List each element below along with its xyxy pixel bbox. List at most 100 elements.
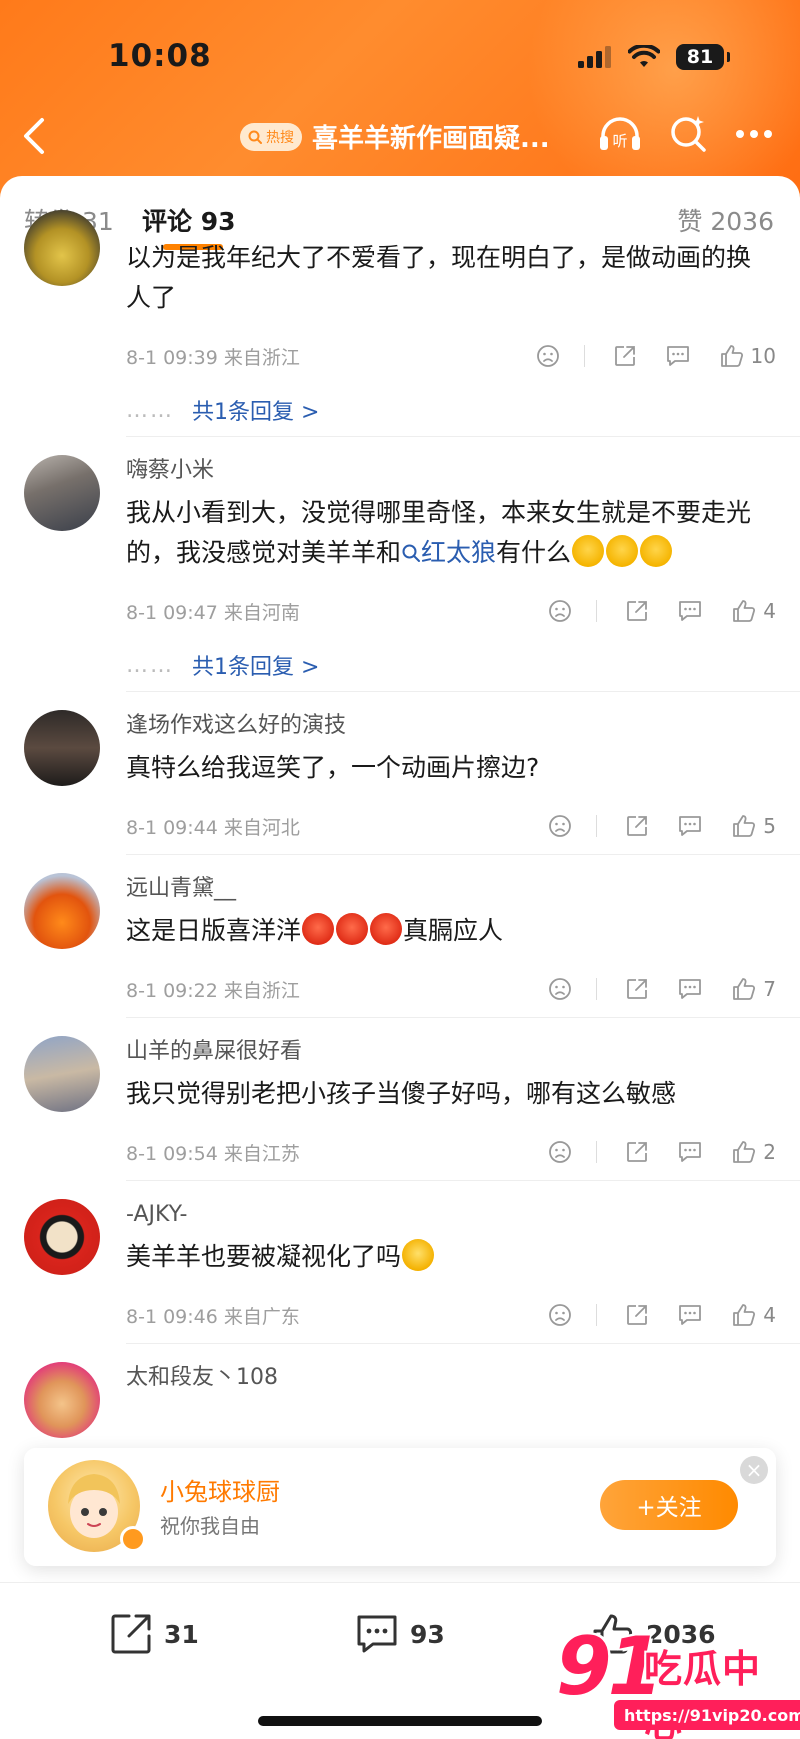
more-icon[interactable] bbox=[734, 128, 774, 140]
avatar[interactable] bbox=[24, 210, 100, 286]
view-replies-link[interactable]: …… 共1条回复 > bbox=[126, 384, 800, 436]
watermark-url: https://91vip20.com bbox=[614, 1700, 800, 1730]
topic-link-label: 红太狼 bbox=[421, 538, 497, 567]
comment-username[interactable]: 逢场作戏这么好的演技 bbox=[126, 692, 800, 742]
nav-actions: 听 bbox=[598, 114, 774, 154]
like-button[interactable]: 10 bbox=[719, 343, 776, 369]
comment-actions: 4 bbox=[520, 598, 776, 624]
search-sparkle-icon[interactable] bbox=[668, 114, 708, 154]
like-button[interactable]: 2 bbox=[731, 1139, 776, 1165]
close-icon[interactable]: × bbox=[740, 1456, 768, 1484]
share-icon bbox=[111, 1614, 151, 1654]
reply-button[interactable] bbox=[677, 1303, 703, 1327]
home-indicator[interactable] bbox=[258, 1716, 542, 1726]
comment-item: 以为是我年纪大了不爱看了，现在明白了，是做动画的换人了 8-1 09:39 来自… bbox=[24, 210, 800, 437]
reply-button[interactable] bbox=[677, 599, 703, 623]
like-button[interactable]: 5 bbox=[731, 813, 776, 839]
reply-dots: …… bbox=[126, 397, 174, 423]
share-button[interactable] bbox=[625, 1140, 649, 1164]
share-button[interactable] bbox=[625, 599, 649, 623]
laugh-cry-emoji-icon bbox=[640, 535, 673, 567]
topic-link[interactable]: 红太狼 bbox=[401, 538, 496, 567]
avatar[interactable] bbox=[24, 455, 100, 531]
comment-username[interactable]: 山羊的鼻屎很好看 bbox=[126, 1018, 800, 1068]
wifi-icon bbox=[628, 45, 660, 67]
like-count: 10 bbox=[750, 344, 776, 368]
crying-emoji-icon bbox=[402, 1239, 435, 1271]
comment-meta-row: 8-1 09:44 来自河北 5 bbox=[126, 798, 800, 854]
avatar[interactable] bbox=[24, 1362, 100, 1438]
like-button[interactable]: 4 bbox=[731, 598, 776, 624]
follow-button[interactable]: +关注 bbox=[600, 1480, 738, 1530]
frown-icon bbox=[536, 345, 559, 367]
comment-icon bbox=[679, 1142, 702, 1162]
signal-icon bbox=[578, 46, 611, 68]
dislike-button[interactable] bbox=[548, 1140, 572, 1164]
comment-actions: 2 bbox=[520, 1139, 776, 1165]
dislike-button[interactable] bbox=[548, 1303, 572, 1327]
repost-action[interactable]: 31 bbox=[108, 1611, 199, 1657]
share-button[interactable] bbox=[625, 1303, 649, 1327]
back-arrow-icon[interactable] bbox=[18, 116, 54, 156]
thumbs-up-icon bbox=[733, 1141, 756, 1163]
thumbs-up-icon bbox=[720, 345, 743, 367]
reply-button[interactable] bbox=[677, 814, 703, 838]
dislike-button[interactable] bbox=[548, 814, 572, 838]
comment-text-part: 美羊羊也要被凝视化了吗 bbox=[126, 1242, 402, 1271]
battery-indicator: 81 bbox=[676, 44, 730, 70]
comment-meta: 8-1 09:39 来自浙江 bbox=[126, 346, 300, 369]
share-icon bbox=[614, 346, 635, 366]
share-button[interactable] bbox=[625, 977, 649, 1001]
comment-username[interactable]: -AJKY- bbox=[126, 1181, 800, 1231]
reply-button[interactable] bbox=[677, 977, 703, 1001]
comment-meta: 8-1 09:22 来自浙江 bbox=[126, 979, 300, 1002]
reply-count-label: 共1条回复 > bbox=[192, 400, 320, 425]
comment-icon bbox=[357, 1615, 397, 1653]
comment-item: 太和段友丶108 bbox=[24, 1344, 800, 1438]
frown-icon bbox=[549, 978, 572, 1000]
comment-text-part: 有什么 bbox=[496, 538, 572, 567]
comment-action[interactable]: 93 bbox=[354, 1611, 445, 1657]
like-count: 7 bbox=[763, 977, 776, 1001]
like-button[interactable]: 7 bbox=[731, 976, 776, 1002]
share-icon bbox=[627, 816, 648, 836]
avatar[interactable] bbox=[24, 1036, 100, 1112]
comment-actions: 4 bbox=[520, 1302, 776, 1328]
comment-item: 嗨蔡小米 我从小看到大，没觉得哪里奇怪，本来女生就是不要走光的，我没感觉对美羊羊… bbox=[24, 437, 800, 692]
thumbs-up-icon bbox=[733, 1304, 756, 1326]
comment-username[interactable]: 嗨蔡小米 bbox=[126, 437, 800, 487]
comment-actions: 10 bbox=[508, 343, 776, 369]
share-button[interactable] bbox=[613, 344, 637, 368]
hot-search-tag: 热搜 bbox=[240, 122, 302, 151]
comment-text-part: 真膈应人 bbox=[403, 916, 504, 945]
comment-text: 以为是我年纪大了不爱看了，现在明白了，是做动画的换人了 bbox=[126, 243, 752, 312]
dislike-button[interactable] bbox=[548, 599, 572, 623]
headphones-listen-icon[interactable]: 听 bbox=[598, 114, 642, 154]
like-button[interactable]: 4 bbox=[731, 1302, 776, 1328]
comment-text: 这是日版喜洋洋 真膈应人 bbox=[126, 911, 800, 951]
comment-username[interactable]: 太和段友丶108 bbox=[126, 1344, 800, 1394]
thumbs-up-icon bbox=[733, 815, 756, 837]
avatar[interactable] bbox=[24, 710, 100, 786]
avatar[interactable] bbox=[24, 1199, 100, 1275]
hot-tag-label: 热搜 bbox=[266, 129, 294, 146]
comment-meta-row: 8-1 09:22 来自浙江 7 bbox=[126, 961, 800, 1017]
author-name[interactable]: 小兔球球厨 bbox=[160, 1472, 280, 1507]
comment-text: 我只觉得别老把小孩子当傻子好吗，哪有这么敏感 bbox=[126, 1079, 677, 1108]
frown-icon bbox=[549, 815, 572, 837]
share-button[interactable] bbox=[625, 814, 649, 838]
comment-text-part: 这是日版喜洋洋 bbox=[126, 916, 302, 945]
dislike-button[interactable] bbox=[548, 977, 572, 1001]
avatar[interactable] bbox=[24, 873, 100, 949]
like-count: 2 bbox=[763, 1140, 776, 1164]
comment-list: 以为是我年纪大了不爱看了，现在明白了，是做动画的换人了 8-1 09:39 来自… bbox=[0, 210, 800, 1438]
comment-icon bbox=[666, 346, 689, 366]
comment-username[interactable]: 远山青黛__ bbox=[126, 855, 800, 905]
reply-button[interactable] bbox=[665, 344, 691, 368]
frown-icon bbox=[549, 1141, 572, 1163]
dislike-button[interactable] bbox=[536, 344, 560, 368]
follow-suggestion-card: 小兔球球厨 祝你我自由 +关注 × bbox=[24, 1448, 776, 1566]
topic-title-bar[interactable]: 热搜 喜羊羊新作画面疑... bbox=[240, 118, 550, 155]
view-replies-link[interactable]: …… 共1条回复 > bbox=[126, 639, 800, 691]
reply-button[interactable] bbox=[677, 1140, 703, 1164]
